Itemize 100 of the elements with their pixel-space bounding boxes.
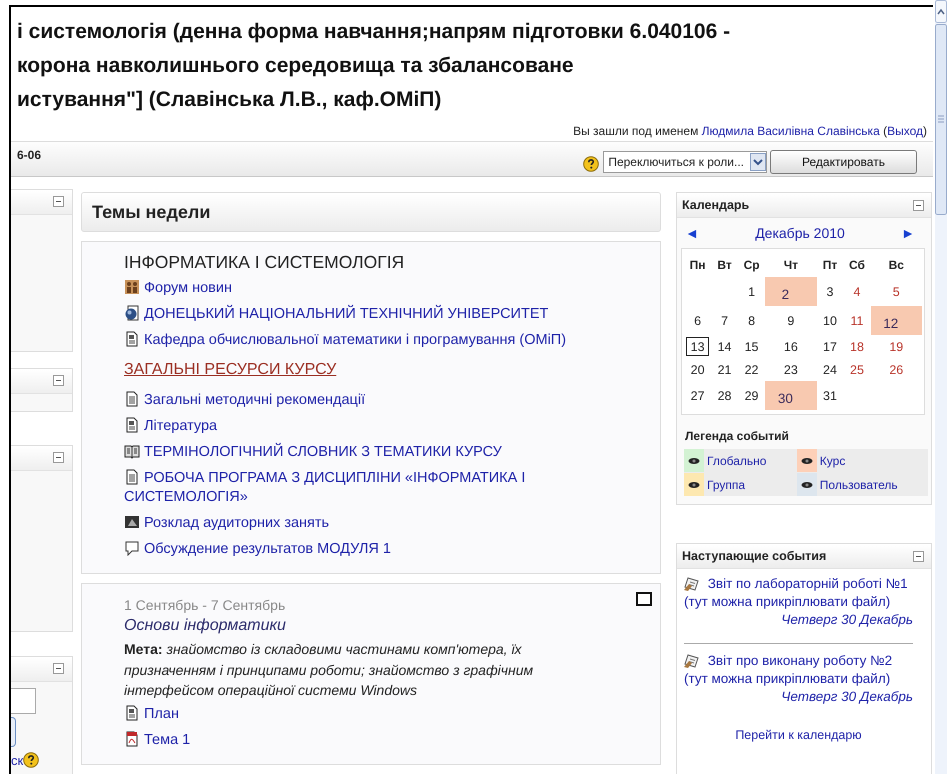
month-link[interactable]: Декабрь 2010 — [755, 225, 845, 241]
calendar-day: 31 — [816, 381, 844, 410]
calendar-day: 11 — [843, 306, 871, 335]
calendar-day: 3 — [816, 277, 844, 306]
collapse-icon[interactable] — [53, 375, 64, 386]
calendar-day: 15 — [738, 335, 766, 358]
advanced-search-link[interactable]: ск — [11, 752, 24, 768]
legend-link[interactable]: Курс — [820, 454, 846, 468]
resource-link[interactable]: Тема 1 — [124, 728, 616, 754]
weekday-label: Пн — [688, 257, 707, 274]
resource-link[interactable]: Література — [124, 414, 616, 440]
speech-bubble-icon — [124, 540, 140, 556]
search-field[interactable] — [11, 688, 36, 714]
legend-title: Легенда событий — [685, 429, 790, 443]
weekday-label: Сб — [848, 257, 866, 274]
weekday-label: Вс — [888, 257, 905, 274]
caret-icon — [750, 153, 766, 171]
calendar-day: 20 — [684, 358, 712, 381]
calendar-day: 22 — [738, 358, 766, 381]
calendar-day: 5 — [870, 277, 922, 306]
calendar-day: 8 — [738, 306, 766, 335]
scrollbar[interactable] — [935, 0, 947, 774]
document-icon — [124, 391, 140, 407]
course-title-line: і системологія (денна форма навчання;напрям підготовки 6.040106 - — [17, 19, 732, 45]
legend-link[interactable]: Пользователь — [820, 478, 898, 492]
section-label: ЗАГАЛЬНІ РЕСУРСИ КУРСУ — [124, 360, 338, 380]
collapse-icon[interactable] — [913, 200, 924, 210]
course-title-line: корона навколишнього середовища та збалансоване — [17, 53, 575, 79]
help-icon[interactable] — [583, 156, 600, 172]
square-icon[interactable] — [636, 592, 652, 606]
resource-link[interactable]: План — [124, 702, 616, 728]
calendar-day: 26 — [870, 358, 922, 381]
weekday-label: Пт — [822, 257, 838, 274]
calendar-day: 9 — [765, 306, 817, 335]
resource-link[interactable]: Обсуждение результатов МОДУЛЯ 1 — [124, 537, 616, 563]
globe-icon — [124, 305, 140, 321]
document-icon — [124, 730, 140, 746]
search-button[interactable] — [11, 717, 16, 747]
block-title: Наступающие события — [682, 549, 826, 563]
edit-button[interactable]: Редактировать — [770, 150, 917, 174]
user-link[interactable]: Людмила Василівна Славінська — [702, 124, 880, 138]
resource-link[interactable]: Форум новин — [124, 276, 616, 302]
collapse-icon[interactable] — [53, 663, 64, 674]
resource-link[interactable]: Загальні методичні рекомендації — [124, 388, 616, 414]
next-month-button[interactable]: ► — [901, 225, 915, 241]
calendar-day[interactable]: 12 — [870, 306, 922, 335]
login-info: ) — [923, 124, 927, 138]
collapse-icon[interactable] — [53, 196, 64, 207]
calendar-day: 19 — [870, 335, 922, 358]
role-select[interactable]: Переключиться к роли... — [603, 151, 767, 173]
calendar-day: 17 — [816, 335, 844, 358]
resource-link[interactable]: Кафедра обчислювальної математики і програмування (ОМіП) — [124, 328, 616, 354]
image-icon — [124, 514, 140, 530]
calendar-day: 6 — [684, 306, 712, 335]
legend-link[interactable]: Группа — [707, 478, 746, 492]
resource-link[interactable]: Розклад аудиторних занять — [124, 511, 616, 537]
event-link[interactable]: Звіт про виконану роботу №2 (тут можна прикріплювати файл) — [684, 652, 913, 688]
calendar-day: 7 — [711, 306, 738, 335]
calendar-day: 14 — [711, 335, 738, 358]
calendar-day: 10 — [816, 306, 844, 335]
legend-link[interactable]: Глобально — [707, 454, 766, 468]
calendar-day[interactable]: 2 — [765, 277, 817, 306]
calendar-day: 16 — [765, 335, 817, 358]
calendar-day: 18 — [843, 335, 871, 358]
calendar-day: 13 — [684, 335, 712, 358]
weekday-label: Ср — [742, 257, 761, 274]
logout-link[interactable]: Выход — [887, 124, 923, 138]
section-heading: Темы недели — [81, 192, 661, 232]
course-heading: ІНФОРМАТИКА І СИСТЕМОЛОГІЯ — [124, 251, 406, 274]
help-icon[interactable] — [23, 752, 40, 768]
event-link[interactable]: Звіт по лабораторній роботі №1 (тут можна прикріплювати файл) — [684, 575, 913, 611]
paper-pen-icon — [684, 653, 701, 668]
event-date: Четверг 30 Декабрь — [780, 611, 913, 629]
calendar-day: 25 — [843, 358, 871, 381]
collapse-icon[interactable] — [913, 550, 924, 562]
calendar-day: 21 — [711, 358, 738, 381]
document-icon — [124, 331, 140, 347]
calendar-link[interactable]: Перейти к календарю — [684, 726, 913, 744]
course-title-line: истування"] (Славінська Л.В., каф.ОМіП) — [17, 87, 442, 113]
resource-link[interactable]: ДОНЕЦЬКИЙ НАЦІОНАЛЬНИЙ ТЕХНІЧНИЙ УНІВЕРСИТЕТ — [124, 302, 616, 328]
breadcrumb: 6-06 — [17, 148, 42, 162]
document-icon — [124, 417, 140, 433]
document-icon — [124, 469, 140, 485]
eye-icon — [688, 480, 700, 488]
login-info: Вы зашли под именем — [573, 124, 700, 138]
calendar-day: 27 — [684, 381, 712, 410]
login-info: ( — [883, 124, 888, 138]
collapse-icon[interactable] — [53, 452, 64, 463]
calendar-day: 4 — [843, 277, 871, 306]
book-icon — [124, 443, 140, 459]
week-dates: 1 Сентябрь - 7 Сентябрь — [124, 596, 286, 615]
calendar-day[interactable]: 30 — [765, 381, 817, 410]
resource-link[interactable]: РОБОЧА ПРОГРАМА З ДИСЦИПЛІНИ «ІНФОРМАТИКА І СИСТЕМОЛОГІЯ» — [124, 466, 616, 511]
weekday-label: Вт — [716, 257, 733, 274]
event-date: Четверг 30 Декабрь — [780, 688, 913, 706]
resource-link[interactable]: ТЕРМІНОЛОГІЧНИЙ СЛОВНИК З ТЕМАТИКИ КУРСУ — [124, 440, 616, 466]
week-title: Основи інформатики — [124, 616, 287, 636]
prev-month-button[interactable]: ◄ — [685, 225, 699, 241]
eye-icon — [688, 456, 700, 464]
paper-pen-icon — [684, 576, 701, 591]
